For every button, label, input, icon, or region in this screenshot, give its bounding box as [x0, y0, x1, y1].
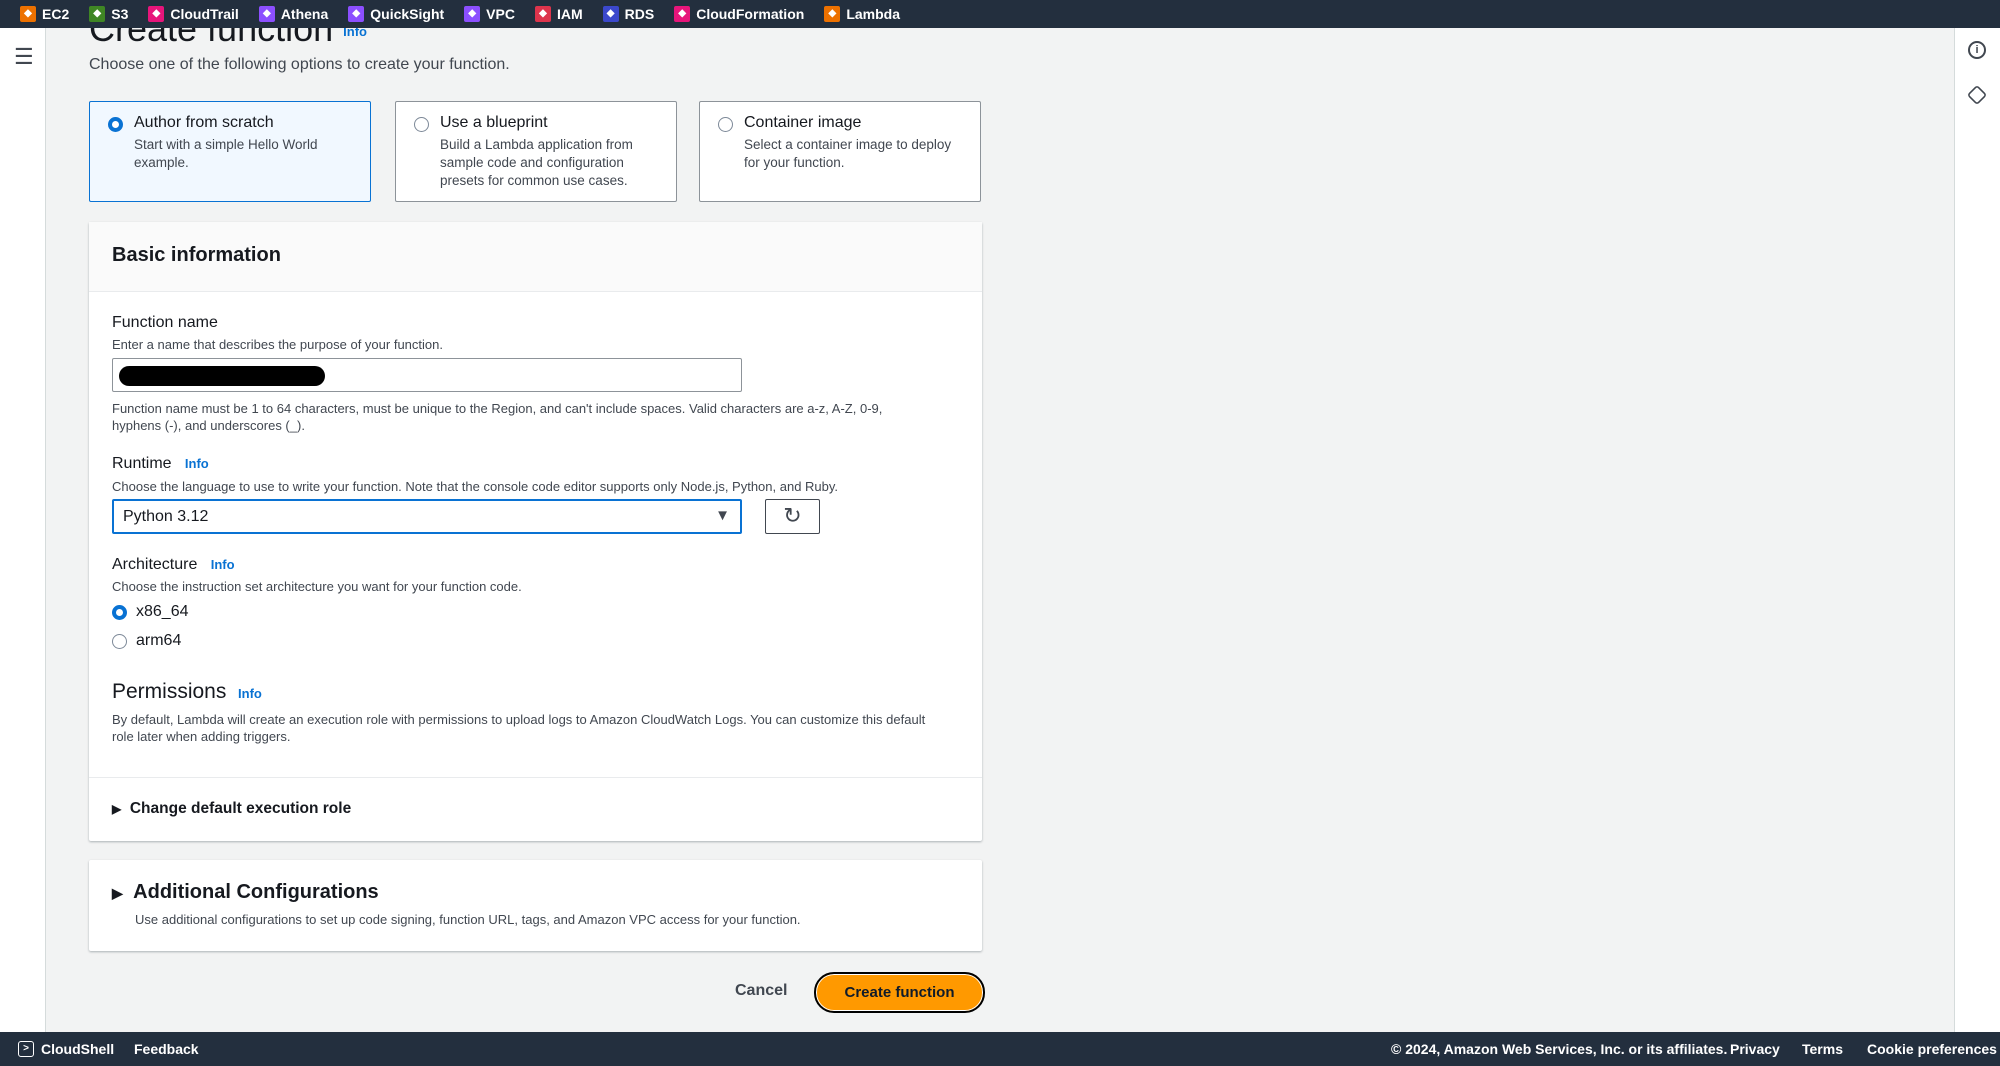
feedback-link[interactable]: Feedback [134, 1041, 199, 1057]
service-shortcut-athena[interactable]: ◆ Athena [258, 6, 329, 22]
footer: > CloudShell Feedback © 2024, Amazon Web… [0, 1032, 2000, 1066]
refresh-button[interactable]: ↻ [765, 499, 820, 534]
menu-icon[interactable]: ☰ [14, 44, 34, 70]
caret-right-icon: ▶ [112, 802, 122, 816]
service-label: Athena [280, 6, 329, 22]
option-title: Use a blueprint [440, 114, 548, 131]
radio-author-from-scratch[interactable] [108, 117, 123, 132]
radio-container-image[interactable] [718, 117, 733, 132]
caret-down-icon: ▼ [715, 507, 730, 524]
function-name-desc: Enter a name that describes the purpose … [112, 337, 443, 352]
function-name-input[interactable] [112, 358, 742, 392]
quicksight-icon: ◆ [348, 6, 365, 22]
service-label: IAM [556, 6, 583, 22]
architecture-desc: Choose the instruction set architecture … [112, 579, 522, 594]
service-shortcut-ec2[interactable]: ◆ EC2 [20, 6, 69, 22]
permissions-info-link[interactable]: Info [238, 686, 262, 701]
option-use-blueprint[interactable]: Use a blueprint Build a Lambda applicati… [395, 101, 677, 202]
service-shortcut-lambda[interactable]: ◆ Lambda [824, 6, 900, 22]
vpc-icon: ◆ [464, 6, 481, 22]
service-label: EC2 [42, 6, 70, 22]
service-shortcut-rds[interactable]: ◆ RDS [602, 6, 655, 22]
service-label: CloudFormation [696, 6, 805, 22]
toggle-label: Change default execution role [129, 800, 352, 817]
cloudtrail-icon: ◆ [148, 6, 165, 22]
service-label: S3 [111, 6, 129, 22]
s3-icon: ◆ [89, 6, 106, 22]
permissions-desc: By default, Lambda will create an execut… [112, 712, 926, 744]
cloudshell-icon: > [18, 1041, 34, 1057]
cookie-preferences-link[interactable]: Cookie preferences [1867, 1041, 1997, 1057]
athena-icon: ◆ [258, 6, 275, 22]
left-nav [0, 28, 46, 1032]
service-shortcut-cloudtrail[interactable]: ◆ CloudTrail [148, 6, 239, 22]
cloudshell-button[interactable]: CloudShell [41, 1041, 114, 1057]
runtime-value: Python 3.12 [123, 508, 209, 525]
additional-configurations-panel: ▶ Additional Configurations Use addition… [89, 860, 982, 951]
info-panel-icon[interactable]: i [1968, 41, 1986, 59]
cancel-button[interactable]: Cancel [735, 982, 787, 1000]
service-shortcuts-bar: (function(){const d=JSON.parse(document.… [0, 0, 2000, 28]
change-default-execution-role-toggle[interactable]: ▶ Change default execution role [112, 800, 351, 818]
rds-icon: ◆ [602, 6, 619, 22]
option-desc: Build a Lambda application from sample c… [440, 137, 633, 188]
permissions-heading: Permissions Info [112, 680, 262, 703]
ec2-icon: ◆ [20, 6, 36, 22]
service-shortcut-iam[interactable]: ◆ IAM [534, 6, 583, 22]
refresh-icon: ↻ [783, 503, 802, 528]
radio-arm64[interactable] [112, 633, 127, 649]
additional-desc: Use additional configurations to set up … [135, 912, 801, 927]
radio-use-blueprint[interactable] [414, 117, 429, 132]
option-desc: Select a container image to deploy for y… [744, 137, 952, 170]
option-title: Container image [744, 114, 862, 131]
runtime-label: Runtime Info [112, 455, 209, 472]
arch-option-arm64[interactable]: arm64 [112, 632, 181, 650]
arch-option-x86_64[interactable]: x86_64 [112, 603, 189, 621]
function-name-help: Function name must be 1 to 64 characters… [112, 401, 883, 433]
right-rail: i [1954, 28, 2000, 1032]
create-function-button[interactable]: Create function [814, 972, 985, 1013]
service-shortcut-s3[interactable]: ◆ S3 [89, 6, 128, 22]
page-subtitle: Choose one of the following options to c… [89, 56, 510, 73]
option-title: Author from scratch [134, 114, 274, 131]
service-shortcut-cloudformation[interactable]: ◆ CloudFormation [674, 6, 804, 22]
caret-right-icon: ▶ [112, 885, 123, 901]
arch-label: x86_64 [136, 603, 189, 620]
panel-header: Basic information [112, 244, 281, 266]
arch-label: arm64 [136, 632, 182, 649]
function-name-label: Function name [112, 314, 218, 331]
lambda-icon: ◆ [824, 6, 841, 22]
toggle-label: Additional Configurations [133, 881, 379, 903]
service-label: CloudTrail [170, 6, 239, 22]
basic-information-panel: Basic information Function name Enter a … [89, 222, 982, 841]
radio-x86_64[interactable] [112, 604, 127, 620]
runtime-select[interactable]: Python 3.12 ▼ [112, 499, 742, 534]
help-panel-icon[interactable] [1966, 84, 1988, 106]
service-shortcut-vpc[interactable]: ◆ VPC [464, 6, 515, 22]
architecture-info-link[interactable]: Info [211, 557, 235, 572]
option-container-image[interactable]: Container image Select a container image… [699, 101, 981, 202]
runtime-desc: Choose the language to use to write your… [112, 479, 839, 494]
service-label: QuickSight [370, 6, 445, 22]
service-label: VPC [486, 6, 515, 22]
cloudformation-icon: ◆ [674, 6, 691, 22]
option-author-from-scratch[interactable]: Author from scratch Start with a simple … [89, 101, 371, 202]
redacted-value [119, 366, 325, 386]
service-label: RDS [624, 6, 655, 22]
iam-icon: ◆ [534, 6, 551, 22]
copyright: © 2024, Amazon Web Services, Inc. or its… [1391, 1041, 1728, 1057]
architecture-label: Architecture Info [112, 556, 235, 573]
runtime-info-link[interactable]: Info [185, 456, 209, 471]
terms-link[interactable]: Terms [1802, 1041, 1843, 1057]
service-label: Lambda [846, 6, 900, 22]
privacy-link[interactable]: Privacy [1730, 1041, 1780, 1057]
service-shortcut-quicksight[interactable]: ◆ QuickSight [348, 6, 444, 22]
additional-configurations-toggle[interactable]: ▶ Additional Configurations [112, 881, 379, 904]
divider [89, 777, 982, 778]
option-desc: Start with a simple Hello World example. [134, 137, 318, 170]
